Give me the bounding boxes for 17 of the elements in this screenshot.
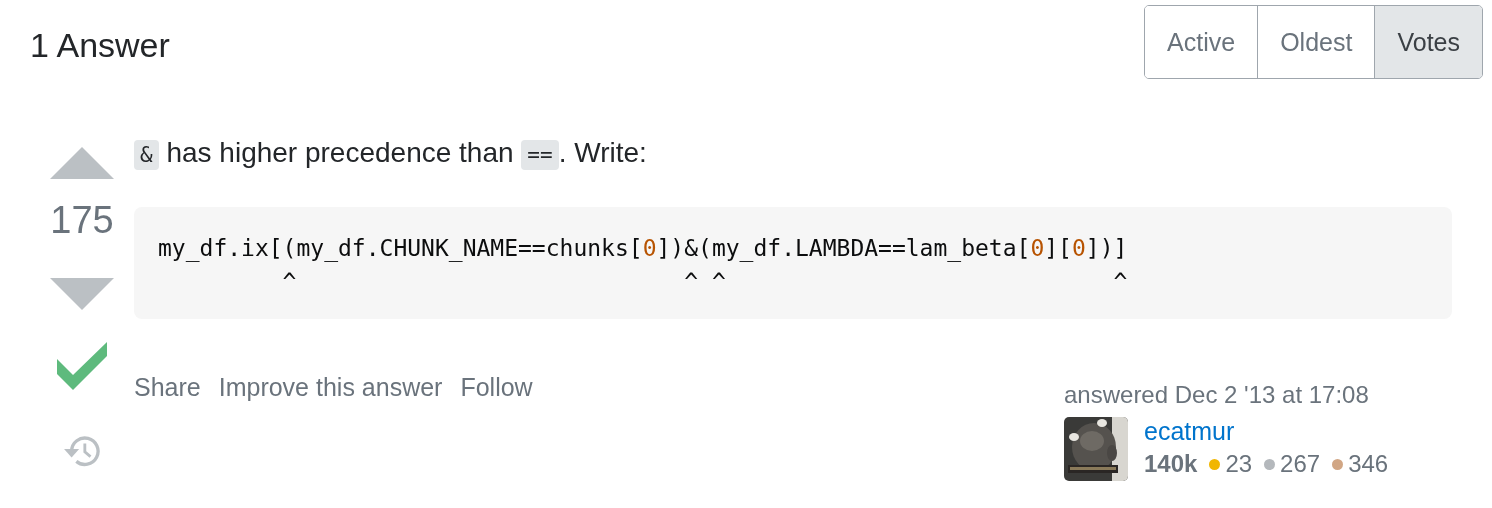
reputation-score: 140k <box>1144 450 1198 478</box>
answers-heading: 1 Answer <box>30 26 170 65</box>
badge-count: 267 <box>1280 450 1321 478</box>
post-action-link[interactable]: Follow <box>460 373 533 481</box>
post-action-link[interactable]: Improve this answer <box>218 373 443 481</box>
history-icon[interactable] <box>63 434 101 468</box>
post-action-link[interactable]: Share <box>134 373 201 481</box>
badge-count: 23 <box>1225 450 1253 478</box>
badge-count: 346 <box>1348 450 1389 478</box>
answered-time: answered Dec 2 '13 at 17:08 <box>1064 381 1370 409</box>
answer-text: & has higher precedence than == . Write: <box>134 133 1452 175</box>
code-block: my_df.ix[(my_df.CHUNK_NAME==chunks[0])&(my_df.LAMBDA==lam_beta[0][0])] ^ ^ ^ ^ <box>134 207 1452 319</box>
upvote-icon[interactable] <box>50 147 114 181</box>
sort-tab[interactable]: Votes <box>1374 6 1482 78</box>
downvote-icon[interactable] <box>50 276 114 310</box>
user-name-link[interactable]: ecatmur <box>1144 417 1389 446</box>
vote-count: 175 <box>50 199 114 242</box>
